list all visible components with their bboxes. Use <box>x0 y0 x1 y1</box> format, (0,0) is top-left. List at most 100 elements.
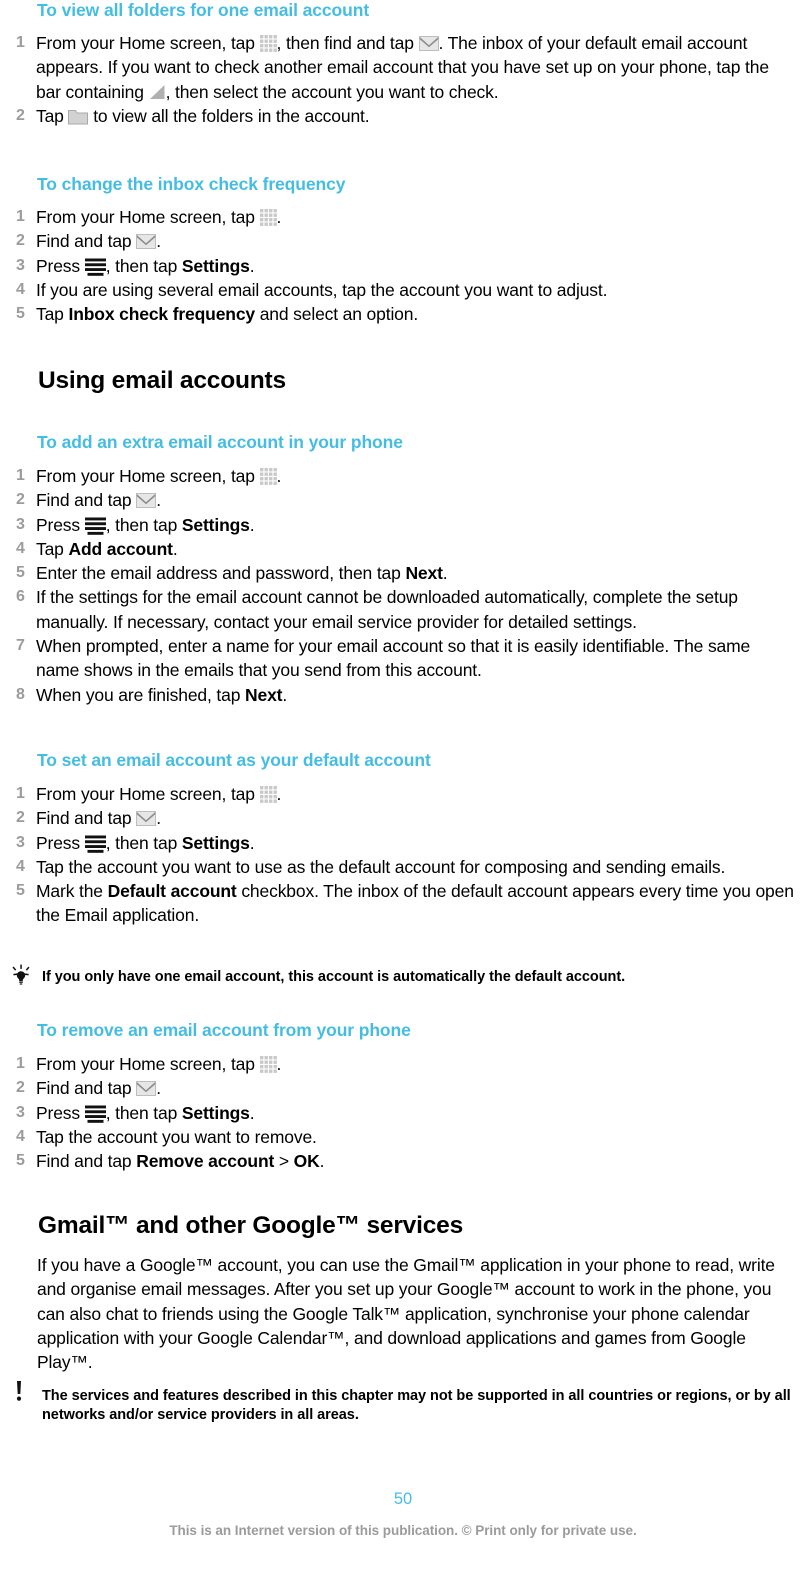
step-text: Tap to view all the folders in the accou… <box>36 105 370 126</box>
step-item: From your Home screen, tap . <box>0 1052 806 1077</box>
step-item: Press , then tap Settings. <box>0 254 806 279</box>
step-text: When you are finished, tap Next. <box>36 684 288 705</box>
apps-grid-icon <box>259 209 277 226</box>
page-number: 50 <box>393 1490 413 1508</box>
step-text: Find and tap . <box>36 490 161 511</box>
apps-grid-icon <box>259 468 277 485</box>
section-change-inbox-frequency: To change the inbox check frequency From… <box>0 174 806 327</box>
heading-view-all-folders: To view all folders for one email accoun… <box>37 0 370 20</box>
step-text: Find and tap . <box>36 231 161 252</box>
step-text: Find and tap . <box>36 808 161 829</box>
warning-text: The services and features described in t… <box>42 1388 791 1423</box>
warning-exclamation-icon <box>8 1381 42 1406</box>
steps-remove-account: From your Home screen, tap . Find and ta… <box>0 1052 806 1174</box>
apps-grid-icon <box>259 786 277 803</box>
step-item: When you are finished, tap Next. <box>0 683 806 708</box>
step-item: When prompted, enter a name for your ema… <box>0 634 798 683</box>
step-text: Enter the email address and password, th… <box>36 563 448 584</box>
heading-remove-account: To remove an email account from your pho… <box>37 1020 411 1040</box>
triangle-indicator-icon <box>149 84 166 100</box>
folder-icon <box>68 108 89 125</box>
step-text: Mark the Default account checkbox. The i… <box>36 881 794 926</box>
steps-add-extra-account: From your Home screen, tap . Find and ta… <box>0 464 806 707</box>
step-item: Find and tap . <box>0 1076 806 1101</box>
email-envelope-icon <box>136 234 157 250</box>
step-text: From your Home screen, tap . <box>36 466 282 486</box>
apps-grid-icon <box>259 35 277 52</box>
step-item: Find and tap . <box>0 488 806 513</box>
email-envelope-icon <box>136 1081 157 1097</box>
section-remove-account: To remove an email account from your pho… <box>0 1020 806 1174</box>
section-set-default-account: To set an email account as your default … <box>0 750 806 928</box>
step-text: When prompted, enter a name for your ema… <box>36 636 751 681</box>
step-text: Press , then tap Settings. <box>36 514 255 536</box>
step-item: Press , then tap Settings. <box>0 1101 806 1126</box>
apps-grid-icon <box>259 1056 277 1073</box>
tip-default-account: If you only have one email account, this… <box>8 964 798 987</box>
step-text: Find and tap Remove account > OK. <box>36 1151 325 1172</box>
step-text: From your Home screen, tap . <box>36 1054 282 1074</box>
step-item: Press , then tap Settings. <box>0 831 806 856</box>
step-item: Tap the account you want to use as the d… <box>0 855 798 880</box>
heading-change-inbox-frequency: To change the inbox check frequency <box>37 174 346 194</box>
section-gmail-google: Gmail™ and other Google™ services <box>0 1212 806 1240</box>
step-text: Tap Add account. <box>36 538 178 559</box>
step-text: Tap the account you want to remove. <box>36 1126 317 1147</box>
ui-term: Default account <box>107 881 237 902</box>
email-envelope-icon <box>136 493 157 509</box>
chapter-heading-gmail-google: Gmail™ and other Google™ services <box>38 1212 463 1239</box>
step-text: Press , then tap Settings. <box>36 1102 255 1123</box>
email-envelope-icon <box>136 811 157 827</box>
step-text: Tap Inbox check frequency and select an … <box>36 304 419 325</box>
section-view-all-folders: To view all folders for one email accoun… <box>0 0 806 128</box>
section-using-email-accounts: Using email accounts <box>0 367 806 395</box>
tip-text: If you only have one email account, this… <box>42 969 626 985</box>
ui-term: Add account <box>68 538 173 559</box>
step-item: If the settings for the email account ca… <box>0 585 798 634</box>
ui-term: Settings <box>181 514 250 535</box>
step-text: Tap the account you want to use as the d… <box>36 856 726 877</box>
ui-term: Settings <box>181 832 250 853</box>
step-text: From your Home screen, tap , then find a… <box>36 33 769 102</box>
steps-set-default-account: From your Home screen, tap . Find and ta… <box>0 782 806 928</box>
section-add-extra-account: To add an extra email account in your ph… <box>0 432 806 707</box>
step-item: From your Home screen, tap , then find a… <box>0 31 796 104</box>
step-item: Tap the account you want to remove. <box>0 1125 806 1150</box>
step-item: Mark the Default account checkbox. The i… <box>0 879 798 928</box>
menu-icon <box>84 517 106 536</box>
step-item: If you are using several email accounts,… <box>0 278 806 303</box>
step-item: From your Home screen, tap . <box>0 464 806 489</box>
step-item: Find and tap . <box>0 229 806 254</box>
step-item: Tap Add account. <box>0 537 806 562</box>
step-item: Press , then tap Settings. <box>0 513 806 538</box>
step-text: From your Home screen, tap . <box>36 784 282 804</box>
steps-change-inbox-frequency: From your Home screen, tap . Find and ta… <box>0 205 806 327</box>
step-item: From your Home screen, tap . <box>0 205 806 230</box>
step-text: From your Home screen, tap . <box>36 207 282 227</box>
tip-lightbulb-icon <box>8 964 42 987</box>
menu-icon <box>84 835 106 854</box>
step-item: Find and tap . <box>0 806 806 831</box>
document-page: To view all folders for one email accoun… <box>0 0 806 1590</box>
warning-services: The services and features described in t… <box>8 1381 798 1425</box>
chapter-heading-using-email-accounts: Using email accounts <box>38 367 286 394</box>
step-text: If the settings for the email account ca… <box>36 587 738 632</box>
heading-add-extra-account: To add an extra email account in your ph… <box>37 432 403 452</box>
ui-term: Settings <box>181 1102 250 1123</box>
step-item: Enter the email address and password, th… <box>0 561 806 586</box>
email-envelope-icon <box>418 36 439 51</box>
paragraph-gmail-body: If you have a Google™ account, you can u… <box>37 1253 797 1374</box>
step-text: Press , then tap Settings. <box>36 255 255 277</box>
step-item: From your Home screen, tap . <box>0 782 806 807</box>
gmail-body-text: If you have a Google™ account, you can u… <box>37 1255 775 1373</box>
footer-notice: This is an Internet version of this publ… <box>169 1523 637 1538</box>
step-text: Find and tap . <box>36 1078 161 1099</box>
step-text: If you are using several email accounts,… <box>36 279 608 300</box>
ui-term: OK <box>293 1151 320 1172</box>
step-item: Tap to view all the folders in the accou… <box>0 104 796 129</box>
ui-term: Remove account <box>136 1151 275 1172</box>
menu-icon <box>84 258 106 277</box>
ui-term: Next <box>405 563 443 584</box>
step-item: Find and tap Remove account > OK. <box>0 1149 806 1174</box>
step-item: Tap Inbox check frequency and select an … <box>0 302 806 327</box>
